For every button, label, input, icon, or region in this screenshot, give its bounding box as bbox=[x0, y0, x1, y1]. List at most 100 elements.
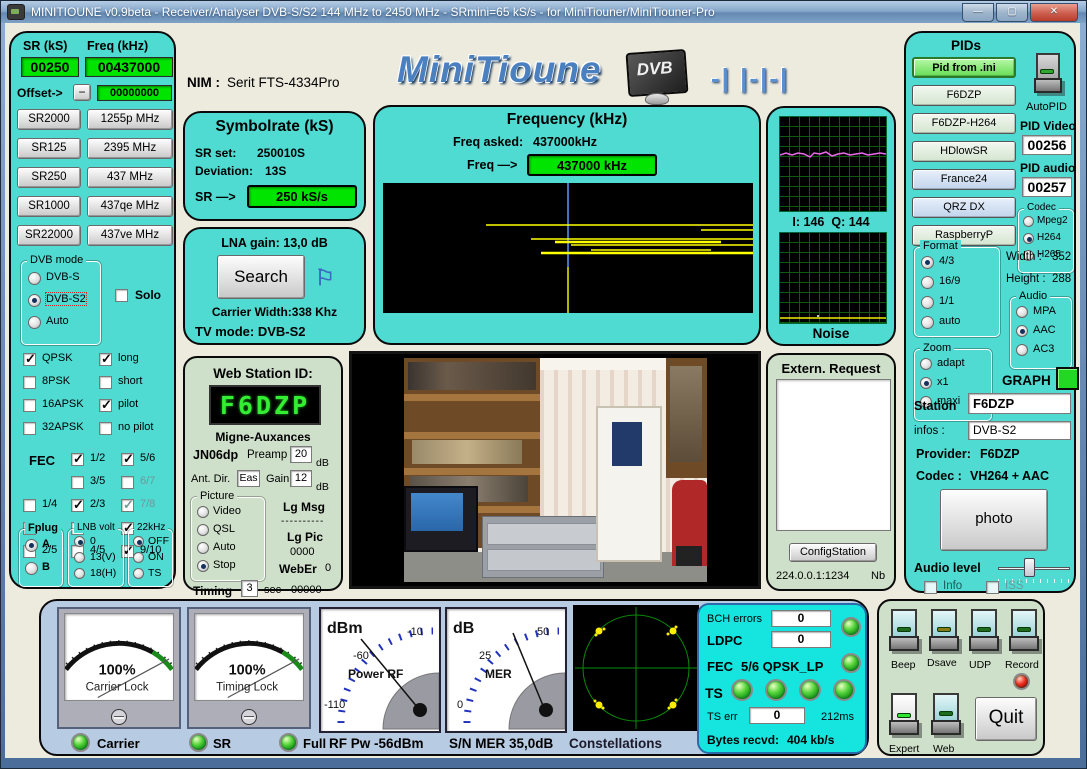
nopilot-checkbox[interactable] bbox=[99, 422, 112, 435]
infos-input[interactable]: DVB-S2 bbox=[968, 421, 1071, 440]
close-button[interactable]: ✕ bbox=[1030, 3, 1078, 22]
extern-request-list[interactable] bbox=[776, 379, 891, 531]
preset-sr125-button[interactable]: SR125 bbox=[17, 138, 81, 159]
width-value: 352 bbox=[1052, 251, 1071, 263]
32apsk-checkbox[interactable] bbox=[23, 422, 36, 435]
expert-switch[interactable] bbox=[889, 693, 919, 739]
audio-ac3-label: AC3 bbox=[1033, 343, 1054, 355]
station-input[interactable]: F6DZP bbox=[968, 393, 1071, 414]
video-drawers bbox=[482, 516, 604, 578]
pid-f6dzp-h264-button[interactable]: F6DZP-H264 bbox=[912, 113, 1016, 134]
fec-2-3-checkbox[interactable] bbox=[71, 499, 84, 512]
fec-1-4-checkbox[interactable] bbox=[23, 499, 36, 512]
format-43-radio[interactable] bbox=[921, 256, 934, 269]
constellation-display bbox=[573, 605, 699, 731]
solo-checkbox[interactable] bbox=[115, 289, 128, 302]
format-11-radio[interactable] bbox=[921, 296, 934, 309]
22khz-ts-radio[interactable] bbox=[133, 568, 144, 579]
offset-minus-button[interactable]: − bbox=[73, 84, 91, 101]
antdir-input[interactable]: Eas bbox=[237, 470, 260, 487]
quit-button[interactable]: Quit bbox=[975, 697, 1037, 741]
audio-level-slider[interactable] bbox=[1024, 558, 1035, 577]
record-switch[interactable] bbox=[1009, 609, 1039, 655]
pid-audio-input[interactable]: 00257 bbox=[1022, 177, 1072, 197]
format-auto-radio[interactable] bbox=[921, 316, 934, 329]
autopid-switch[interactable] bbox=[1034, 53, 1062, 97]
pid-from-ini-button[interactable]: Pid from .ini bbox=[912, 57, 1016, 78]
full-led bbox=[279, 733, 298, 752]
freq-asked-value: 437000kHz bbox=[533, 135, 597, 149]
dvbs2-radio[interactable] bbox=[28, 294, 41, 307]
pid-video-input[interactable]: 00256 bbox=[1022, 135, 1072, 155]
preset-437-button[interactable]: 437 MHz bbox=[87, 167, 173, 188]
fplug-a-radio[interactable] bbox=[25, 539, 38, 552]
pid-f6dzp-button[interactable]: F6DZP bbox=[912, 85, 1016, 106]
auto-radio[interactable] bbox=[28, 316, 41, 329]
audio-ac3-radio[interactable] bbox=[1016, 344, 1028, 356]
preset-sr250-button[interactable]: SR250 bbox=[17, 167, 81, 188]
pid-hdlowsr-button[interactable]: HDlowSR bbox=[912, 141, 1016, 162]
lnb-0-radio[interactable] bbox=[74, 536, 85, 547]
pilot-checkbox[interactable] bbox=[99, 399, 112, 412]
web-switch[interactable] bbox=[931, 693, 961, 739]
config-station-button[interactable]: ConfigStation bbox=[789, 543, 877, 562]
pid-qrzdx-button[interactable]: QRZ DX bbox=[912, 197, 1016, 218]
pid-france24-button[interactable]: France24 bbox=[912, 169, 1016, 190]
8psk-checkbox[interactable] bbox=[23, 376, 36, 389]
maximize-button[interactable]: ▢ bbox=[996, 3, 1028, 22]
codec-mpeg2-radio[interactable] bbox=[1023, 216, 1034, 227]
zoom-adapt-radio[interactable] bbox=[920, 358, 932, 370]
picture-qsl-radio[interactable] bbox=[197, 524, 209, 536]
long-checkbox[interactable] bbox=[99, 353, 112, 366]
search-button[interactable]: Search bbox=[217, 255, 305, 299]
preset-sr1000-button[interactable]: SR1000 bbox=[17, 196, 81, 217]
sr-input[interactable]: 00250 bbox=[21, 57, 79, 77]
codec-h264-radio[interactable] bbox=[1023, 233, 1034, 244]
beep-switch[interactable] bbox=[889, 609, 919, 655]
fec-6-7-checkbox[interactable] bbox=[121, 476, 134, 489]
22khz-on-radio[interactable] bbox=[133, 552, 144, 563]
audio-mpa-radio[interactable] bbox=[1016, 306, 1028, 318]
iss-checkbox[interactable] bbox=[986, 581, 999, 594]
22khz-off-radio[interactable] bbox=[133, 536, 144, 547]
16apsk-checkbox[interactable] bbox=[23, 399, 36, 412]
pid-audio-label: PID audio bbox=[1020, 161, 1075, 175]
qpsk-checkbox[interactable] bbox=[23, 353, 36, 366]
preset-sr22000-button[interactable]: SR22000 bbox=[17, 225, 81, 246]
picture-stop-radio[interactable] bbox=[197, 560, 209, 572]
picture-auto-radio[interactable] bbox=[197, 542, 209, 554]
preset-2395-button[interactable]: 2395 MHz bbox=[87, 138, 173, 159]
rf-label: Power RF bbox=[348, 667, 403, 681]
preset-437ve-button[interactable]: 437ve MHz bbox=[87, 225, 173, 246]
dvbs-radio[interactable] bbox=[28, 272, 41, 285]
dvbs2-label: DVB-S2 bbox=[46, 293, 86, 305]
udp-switch[interactable] bbox=[969, 609, 999, 655]
preset-437qe-button[interactable]: 437qe MHz bbox=[87, 196, 173, 217]
gain-input[interactable]: 12 bbox=[290, 470, 312, 487]
audio-aac-radio[interactable] bbox=[1016, 325, 1028, 337]
fec-3-5-checkbox[interactable] bbox=[71, 476, 84, 489]
preamp-input[interactable]: 20 bbox=[290, 446, 312, 463]
fplug-b-radio[interactable] bbox=[25, 562, 38, 575]
offset-input[interactable]: 00000000 bbox=[97, 85, 172, 101]
picture-video-radio[interactable] bbox=[197, 506, 209, 518]
minimize-button[interactable]: — bbox=[962, 3, 994, 22]
lnb-18h-radio[interactable] bbox=[74, 568, 85, 579]
mer-text: S/N MER 35,0dB bbox=[449, 736, 553, 751]
preset-1255p-button[interactable]: 1255p MHz bbox=[87, 109, 173, 130]
fec-status-value: 5/6 QPSK_LP bbox=[741, 659, 823, 674]
info-checkbox[interactable] bbox=[924, 581, 937, 594]
fec-5-6-checkbox[interactable] bbox=[121, 453, 134, 466]
fec-7-8-checkbox[interactable] bbox=[121, 499, 134, 512]
fec-1-2-checkbox[interactable] bbox=[71, 453, 84, 466]
zoom-x1-radio[interactable] bbox=[920, 377, 932, 389]
format-169-radio[interactable] bbox=[921, 276, 934, 289]
preset-sr2000-button[interactable]: SR2000 bbox=[17, 109, 81, 130]
short-checkbox[interactable] bbox=[99, 376, 112, 389]
lnb-13v-radio[interactable] bbox=[74, 552, 85, 563]
photo-button[interactable]: photo bbox=[940, 489, 1048, 551]
graph-button[interactable] bbox=[1056, 367, 1079, 390]
timing-input[interactable]: 3 bbox=[241, 580, 258, 597]
dsave-switch[interactable] bbox=[929, 609, 959, 655]
freq-input[interactable]: 00437000 bbox=[85, 57, 173, 77]
